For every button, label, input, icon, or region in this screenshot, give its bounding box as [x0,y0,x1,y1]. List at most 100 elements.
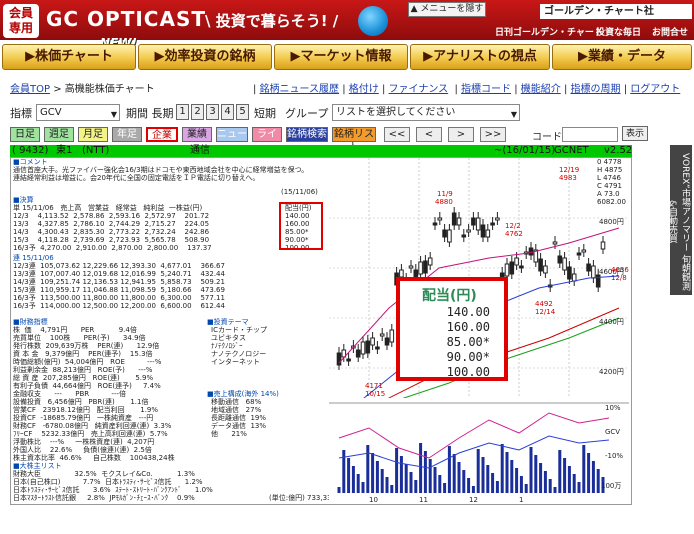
index-row: 投資CF -18685.79億円 一株純資産 ---円 [13,414,154,422]
candle-body [336,352,342,366]
candle-body [562,257,567,271]
mascot-icon [358,6,388,36]
candle-body [451,212,457,226]
period-5[interactable]: 5 [236,104,249,120]
header-link-daily[interactable]: 日刊ゴールデン・チャート [495,25,603,38]
candle-body [495,217,500,221]
volume-bar [390,485,394,493]
label-low2-date: 12/14 [535,308,556,316]
candle-body [389,329,395,343]
volume-bar [591,461,595,493]
volume-bar [500,444,504,493]
menu-market[interactable]: ▶マーケット情報 [274,44,408,70]
side-tab[interactable]: VOREX”市場アノマリー 旬朝観測 &自動売買 [667,145,692,295]
ticker-select[interactable]: GCV ▼ [36,104,120,121]
index-row: 金融収支 --- PBR ---倍 [13,390,126,398]
y-axis-label: 4600円 [599,268,624,276]
tab-company[interactable]: 企業 [146,127,178,142]
holder-head: ■大株主リスト [13,462,62,470]
volume-bar [577,482,581,493]
short-label: 短期 [254,107,276,120]
link-finance[interactable]: ファイナンス [389,84,449,95]
settle-row: 14/3 4,300.43 2,835.30 2,773.22 2,732.24… [13,228,210,236]
link-news[interactable]: 銘柄ニュース履歴 [260,84,340,95]
site-logo[interactable]: GC OPTICAST [46,7,206,31]
label-midlow-date: 12/2 [505,222,521,230]
show-button[interactable]: 表示 [622,126,648,141]
theme-item: インターネット [211,358,260,366]
candle-body [408,265,414,269]
nav-first[interactable]: << [384,127,410,142]
tab-daily[interactable]: 日足 [10,127,40,142]
nav-next[interactable]: > [448,127,474,142]
candle-body [591,265,596,279]
tab-search[interactable]: 銘柄検索 [286,127,328,142]
volume-bar [567,466,571,493]
volume-bar [356,474,360,493]
theme-item: ユビキタス [211,334,246,342]
consol-row: 13/3連 107,007.40 12,019.68 12,016.99 5,2… [13,270,225,278]
header-link-invest[interactable]: 投資な毎日 [596,25,641,38]
link-rating[interactable]: 格付け [349,84,379,95]
vol-axis-label: GCV [605,428,620,436]
candle-body [557,255,563,264]
tab-line[interactable]: ライン [252,127,282,153]
nav-last[interactable]: >> [480,127,506,142]
tab-results[interactable]: 業績 [182,127,212,142]
volume-bar [385,477,389,493]
tab-weekly[interactable]: 週足 [44,127,74,142]
settle-row: 16/3予 4,270.00 2,910.00 2,870.00 2,800.0… [13,244,212,252]
holder-row: 日本ﾄﾗｽﾃｨ･ｻｰﾋﾞｽ信託 3.6% ｽﾃｰﾄ･ｽﾄﾘｰﾄ･ﾊﾞﾝｸｱﾝﾄﾞ… [13,486,213,494]
tab-list[interactable]: 銘柄リスト [332,127,376,153]
link-feature[interactable]: 機能紹介 [521,84,561,95]
link-logout[interactable]: ログアウト [630,84,680,95]
menu-data[interactable]: ▶業績・データ [552,44,692,70]
settle-row: 12/3 4,113.52 2,578.86 2,593.16 2,572.97… [13,212,210,220]
menu-efficient[interactable]: ▶効率投資の銘柄 [138,44,272,70]
brand-logo[interactable]: ゴールデン・チャート社 [540,4,692,19]
index-row: 株 価 4,791円 PER 9.4倍 [13,326,137,334]
tab-monthly[interactable]: 月足 [78,127,108,142]
hide-menu-button[interactable]: ▲ メニューを隠す [408,2,486,17]
index-row: 売買単位 100株 PER(予) 34.9倍 [13,334,146,342]
volume-bar [539,463,543,493]
y-axis-label: 4200円 [599,368,624,376]
code-input[interactable] [562,127,618,142]
ohlc-value: 6082.00 [597,198,626,206]
stock-status-bar: ( 9432) 東1 (NTT) 通信 ~(16/01/15) GCNET v2… [10,145,633,157]
label-peak2-date: 11/9 [437,190,453,198]
menu-chart[interactable]: ▶株価チャート [2,44,136,70]
tab-news[interactable]: ニュース [216,127,248,153]
volume-bar [457,462,461,493]
group-select[interactable]: リストを選択してください ▼ [332,104,520,121]
volume-bar [582,445,586,493]
candle-body [543,265,548,274]
consol-row: 14/3連 109,251.74 12,136.53 12,941.95 5,8… [13,278,225,286]
candle-body [365,340,371,354]
link-code[interactable]: 指標コード [461,84,511,95]
period-4[interactable]: 4 [221,104,234,120]
volume-bar [558,450,562,493]
index-row: 時価総額(億円) 54,004億円 ROE ---% [13,358,162,366]
breadcrumb-home[interactable]: 会員TOP [10,84,50,95]
period-2[interactable]: 2 [191,104,204,120]
link-cycle[interactable]: 指標の周期 [571,84,621,95]
zoom-value-5: 100.00 [446,365,490,379]
period-3[interactable]: 3 [206,104,219,120]
volume-bar [563,458,567,493]
header-link-contact[interactable]: お問合せ [652,25,688,38]
nav-prev[interactable]: < [416,127,442,142]
label-midlow-val: 4762 [505,230,523,238]
index-head: ■財務指標 [13,318,48,326]
volume-bar [351,466,355,493]
candle-body [475,217,481,231]
tab-yearly[interactable]: 年足 [112,127,142,142]
menu-analyst[interactable]: ▶アナリストの視点 [410,44,550,70]
period-1[interactable]: 1 [176,104,189,120]
volume-bar [548,479,552,493]
volume-bar [596,469,600,493]
candle-body [528,247,534,256]
volume-bar [471,486,475,493]
candle-body [418,261,423,275]
volume-bar [371,453,375,493]
